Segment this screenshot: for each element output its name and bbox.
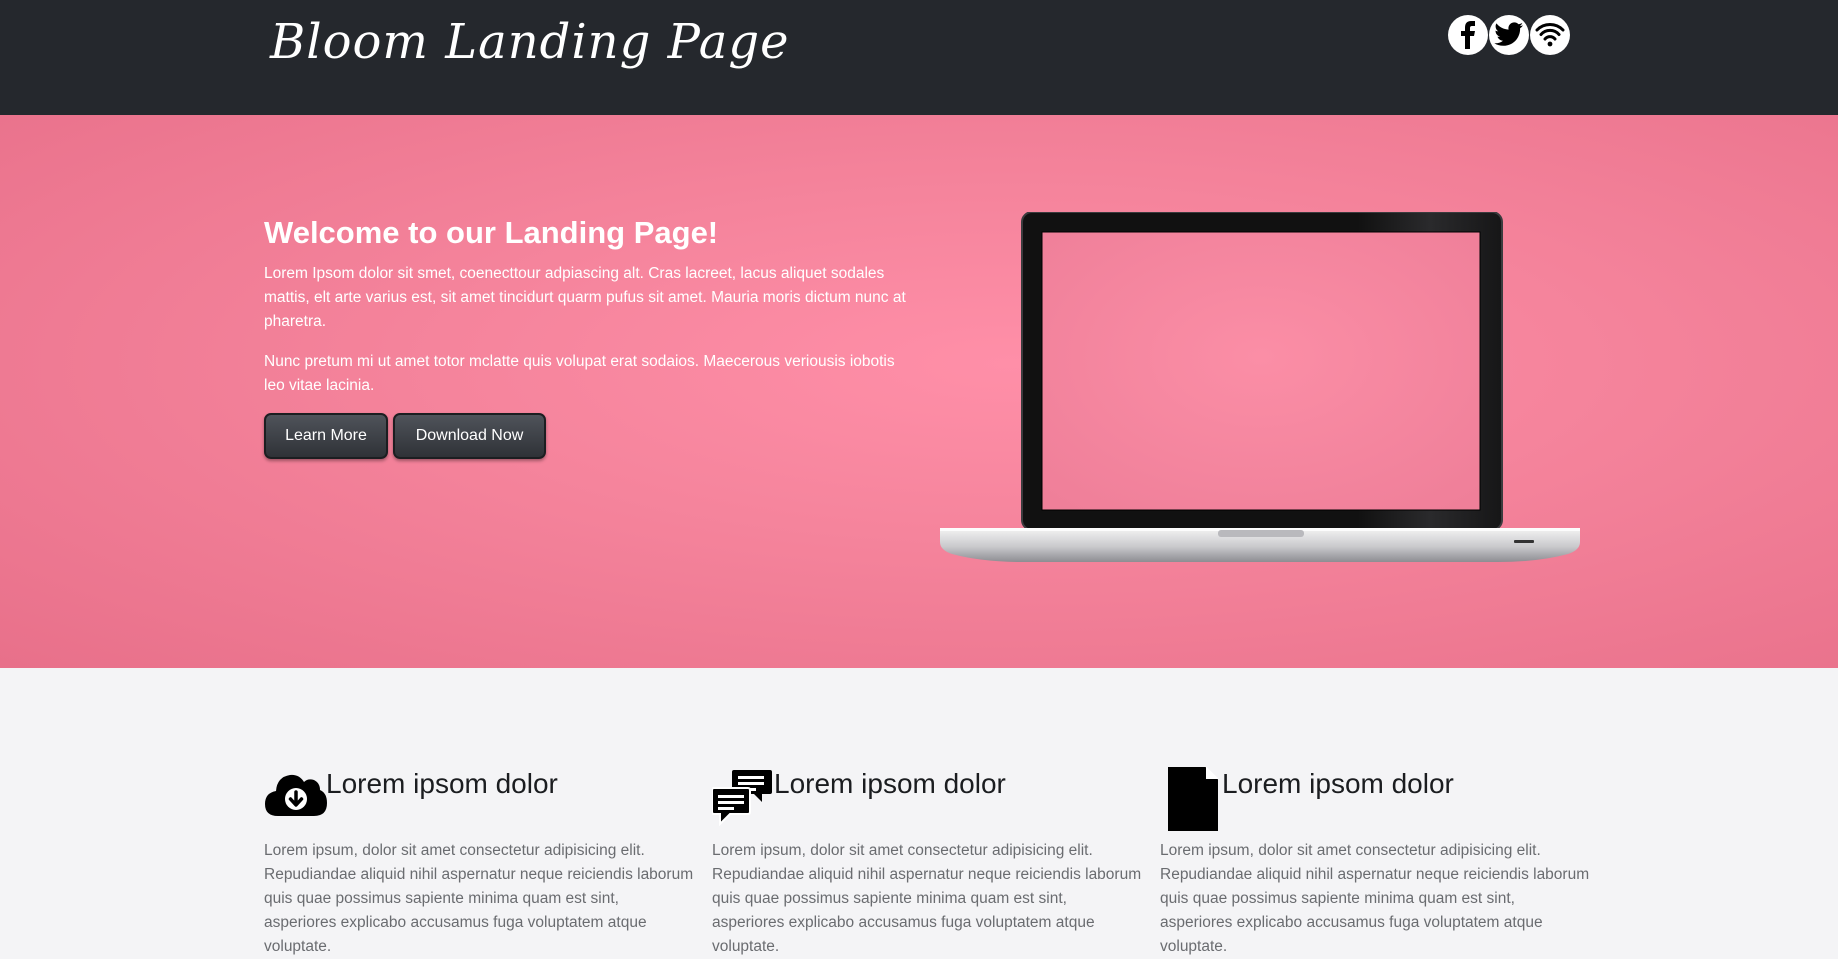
hero-paragraph-2: Nunc pretum mi ut amet totor mclatte qui… bbox=[264, 353, 895, 394]
site-header: Bloom Landing Page bbox=[0, 0, 1838, 115]
feature-title: Lorem ipsom dolor bbox=[1222, 768, 1454, 799]
feature-text: Lorem ipsum, dolor sit amet consectetur … bbox=[712, 842, 1142, 955]
feature-title: Lorem ipsom dolor bbox=[326, 768, 558, 799]
feature-text: Lorem ipsum, dolor sit amet consectetur … bbox=[264, 842, 694, 955]
chat-bubbles-icon bbox=[711, 768, 772, 830]
cloud-download-icon bbox=[264, 768, 328, 822]
facebook-icon bbox=[1456, 21, 1480, 49]
hero-title: Welcome to our Landing Page! bbox=[264, 215, 719, 250]
twitter-icon bbox=[1494, 22, 1524, 48]
feature-title: Lorem ipsom dolor bbox=[774, 768, 1006, 799]
site-logo[interactable]: Bloom Landing Page bbox=[270, 14, 789, 70]
twitter-link[interactable] bbox=[1489, 15, 1529, 55]
laptop-image bbox=[938, 211, 1582, 586]
wifi-icon bbox=[1535, 22, 1565, 48]
social-links bbox=[1448, 15, 1570, 55]
learn-more-button[interactable]: Learn More bbox=[264, 413, 388, 459]
wifi-link[interactable] bbox=[1530, 15, 1570, 55]
document-icon bbox=[1168, 766, 1219, 835]
features-section: Lorem ipsom dolor Lorem ipsum, dolor sit… bbox=[0, 668, 1838, 955]
facebook-link[interactable] bbox=[1448, 15, 1488, 55]
feature-text: Lorem ipsum, dolor sit amet consectetur … bbox=[1160, 842, 1590, 955]
hero-paragraph-1: Lorem Ipsom dolor sit smet, coenecttour … bbox=[264, 265, 906, 330]
hero-section: Welcome to our Landing Page! Lorem Ipsom… bbox=[0, 115, 1838, 668]
download-now-button[interactable]: Download Now bbox=[393, 413, 546, 459]
